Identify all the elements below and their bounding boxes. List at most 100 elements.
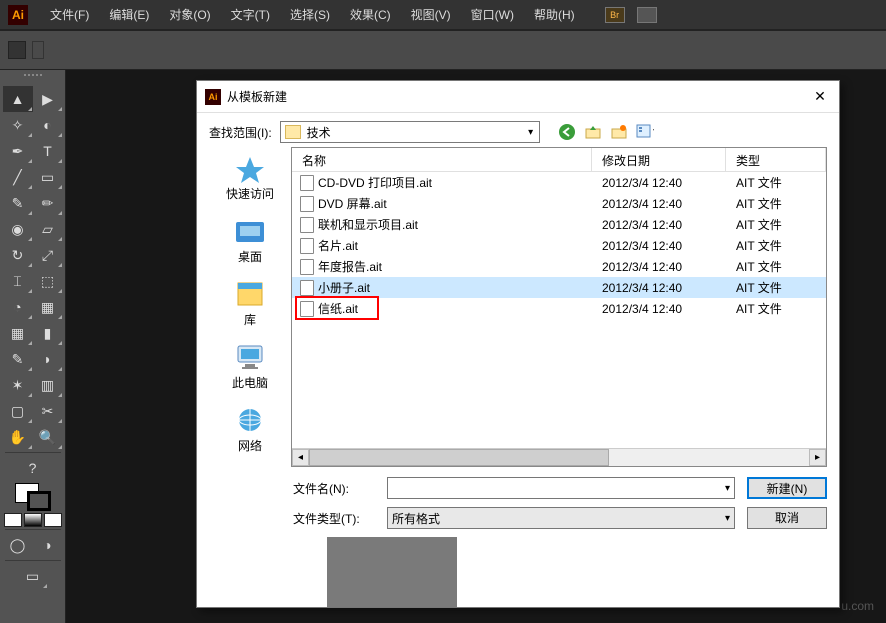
panel-grip-icon[interactable] [5, 74, 61, 82]
new-button[interactable]: 新建(N) [747, 477, 827, 499]
file-list[interactable]: CD-DVD 打印项目.ait2012/3/4 12:40AIT 文件DVD 屏… [292, 172, 826, 448]
place-label: 网络 [238, 437, 262, 454]
file-type: AIT 文件 [726, 279, 826, 296]
arrange-docs-icon[interactable] [637, 7, 657, 23]
lookup-label: 查找范围(I): [209, 124, 272, 141]
scroll-track[interactable] [309, 449, 809, 466]
new-folder-icon[interactable] [610, 123, 628, 141]
none-mode[interactable] [44, 513, 62, 527]
view-menu-icon[interactable] [636, 123, 654, 141]
back-icon[interactable] [558, 123, 576, 141]
rectangle-tool[interactable]: ▭ [33, 164, 63, 190]
bridge-icon[interactable]: Br [605, 7, 625, 23]
eraser-tool[interactable]: ▱ [33, 216, 63, 242]
file-row[interactable]: 年度报告.ait2012/3/4 12:40AIT 文件 [292, 256, 826, 277]
mesh-tool[interactable]: ▦ [3, 320, 33, 346]
screen-mode-tool[interactable]: ▭ [18, 563, 48, 589]
column-type[interactable]: 类型 [726, 148, 826, 171]
file-row[interactable]: 小册子.ait2012/3/4 12:40AIT 文件 [292, 277, 826, 298]
artboard-tool[interactable]: ▢ [3, 398, 33, 424]
color-mode[interactable] [4, 513, 22, 527]
gradient-tool[interactable]: ▮ [33, 320, 63, 346]
column-date[interactable]: 修改日期 [592, 148, 726, 171]
file-row[interactable]: DVD 屏幕.ait2012/3/4 12:40AIT 文件 [292, 193, 826, 214]
place-item[interactable]: 此电脑 [232, 342, 268, 391]
place-item[interactable]: 桌面 [232, 216, 268, 265]
preview-thumbnail [327, 537, 457, 607]
file-list-area: 名称 修改日期 类型 CD-DVD 打印项目.ait2012/3/4 12:40… [291, 147, 827, 467]
rotate-tool[interactable]: ↻ [3, 242, 33, 268]
file-row[interactable]: CD-DVD 打印项目.ait2012/3/4 12:40AIT 文件 [292, 172, 826, 193]
menu-item[interactable]: 效果(C) [340, 6, 401, 23]
gradient-mode[interactable] [24, 513, 42, 527]
menu-item[interactable]: 文件(F) [40, 6, 99, 23]
pencil-tool[interactable]: ✏ [33, 190, 63, 216]
tool-divider [5, 452, 61, 453]
scale-tool[interactable]: ⤢ [33, 242, 63, 268]
direct-selection-tool[interactable]: ▶ [33, 86, 63, 112]
file-list-header[interactable]: 名称 修改日期 类型 [292, 148, 826, 172]
menu-item[interactable]: 窗口(W) [461, 6, 524, 23]
shape-builder-tool[interactable]: ◔ [3, 294, 33, 320]
fill-stroke-swatches[interactable] [4, 481, 62, 527]
menu-item[interactable]: 选择(S) [280, 6, 340, 23]
place-item[interactable]: 库 [232, 279, 268, 328]
menu-item[interactable]: 帮助(H) [524, 6, 585, 23]
file-row[interactable]: 名片.ait2012/3/4 12:40AIT 文件 [292, 235, 826, 256]
lasso-tool[interactable]: ◐ [33, 112, 63, 138]
pen-tool[interactable]: ✒ [3, 138, 33, 164]
stroke-swatch[interactable] [27, 491, 51, 511]
dialog-titlebar: Ai 从模板新建 ✕ [197, 81, 839, 113]
cancel-button[interactable]: 取消 [747, 507, 827, 529]
eyedropper-tool[interactable]: ✎ [3, 346, 33, 372]
up-folder-icon[interactable] [584, 123, 602, 141]
filename-input[interactable]: ▾ [387, 477, 735, 499]
file-icon [300, 196, 314, 212]
slice-tool[interactable]: ✂ [33, 398, 63, 424]
perspective-grid-tool[interactable]: ▦ [33, 294, 63, 320]
paintbrush-tool[interactable]: ✎ [3, 190, 33, 216]
place-item[interactable]: 快速访问 [226, 153, 274, 202]
file-name: 年度报告.ait [318, 258, 382, 275]
hand-tool[interactable]: ✋ [3, 424, 33, 450]
file-date: 2012/3/4 12:40 [592, 197, 726, 211]
toggle-fill-stroke-tool[interactable]: ? [18, 455, 48, 481]
control-box1[interactable] [8, 41, 26, 59]
menu-item[interactable]: 文字(T) [221, 6, 280, 23]
drawing-mode-1[interactable]: ◯ [3, 532, 33, 558]
blend-tool[interactable]: ◗ [33, 346, 63, 372]
chevron-down-icon[interactable]: ▾ [523, 127, 539, 138]
file-row[interactable]: 联机和显示项目.ait2012/3/4 12:40AIT 文件 [292, 214, 826, 235]
column-name[interactable]: 名称 [292, 148, 592, 171]
menu-item[interactable]: 对象(O) [159, 6, 220, 23]
width-tool[interactable]: ⌶ [3, 268, 33, 294]
line-tool[interactable]: ╱ [3, 164, 33, 190]
place-item[interactable]: 网络 [232, 405, 268, 454]
place-label: 库 [244, 311, 256, 328]
chevron-down-icon[interactable]: ▾ [725, 483, 730, 494]
free-transform-tool[interactable]: ⬚ [33, 268, 63, 294]
drawing-mode-2[interactable]: ◑ [33, 532, 63, 558]
zoom-tool[interactable]: 🔍 [33, 424, 63, 450]
file-row[interactable]: 信纸.ait2012/3/4 12:40AIT 文件 [292, 298, 826, 319]
horizontal-scrollbar[interactable]: ◂ ▸ [292, 448, 826, 466]
control-box2[interactable] [32, 41, 44, 59]
scroll-right-button[interactable]: ▸ [809, 449, 826, 466]
type-tool[interactable]: T [33, 138, 63, 164]
column-graph-tool[interactable]: ▥ [33, 372, 63, 398]
filetype-combo[interactable]: 所有格式▾ [387, 507, 735, 529]
magic-wand-tool[interactable]: ✧ [3, 112, 33, 138]
menu-item[interactable]: 视图(V) [401, 6, 461, 23]
close-button[interactable]: ✕ [809, 86, 831, 108]
symbol-sprayer-tool[interactable]: ✶ [3, 372, 33, 398]
selection-tool[interactable]: ▲ [3, 86, 33, 112]
folder-name: 技术 [305, 124, 523, 141]
chevron-down-icon[interactable]: ▾ [725, 513, 730, 524]
scroll-left-button[interactable]: ◂ [292, 449, 309, 466]
blob-brush-tool[interactable]: ◉ [3, 216, 33, 242]
file-date: 2012/3/4 12:40 [592, 239, 726, 253]
dialog-bottom: 文件名(N): ▾ 新建(N) 文件类型(T): 所有格式▾ 取消 [197, 467, 839, 537]
scroll-thumb[interactable] [309, 449, 609, 466]
folder-combo[interactable]: 技术 ▾ [280, 121, 540, 143]
menu-item[interactable]: 编辑(E) [99, 6, 159, 23]
